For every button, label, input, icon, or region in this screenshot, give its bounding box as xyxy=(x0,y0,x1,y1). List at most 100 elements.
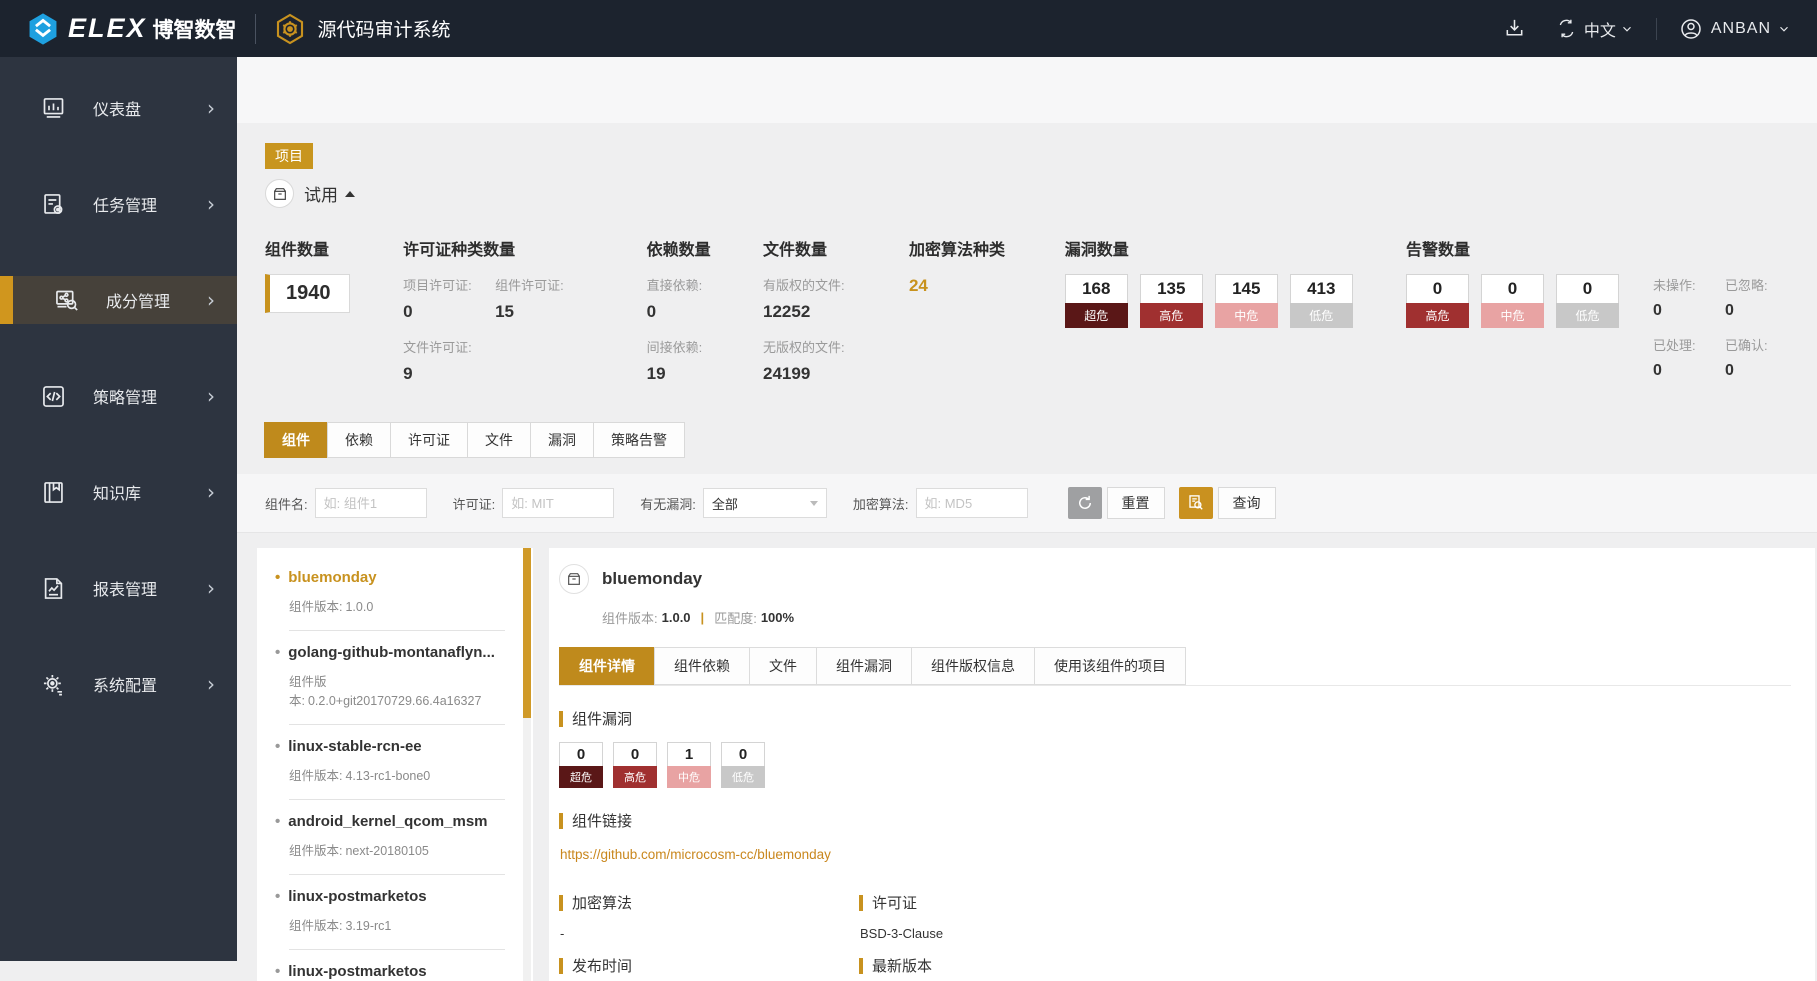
match-label: 匹配度: xyxy=(714,608,757,627)
project-selector[interactable]: 试用 xyxy=(265,179,1817,208)
user-menu[interactable]: ANBAN xyxy=(1679,17,1791,41)
component-name: linux-postmarketos xyxy=(288,888,426,905)
sidebar-item-knowledge[interactable]: 知识库 › xyxy=(0,468,237,516)
stat-files: 文件数量 有版权的文件:12252 无版权的文件:24199 xyxy=(763,236,909,384)
component-name: golang-github-montanaflyn... xyxy=(288,644,495,661)
policy-icon xyxy=(40,383,67,410)
sidebar: 仪表盘 › 任务管理 › 成分管理 › 策略管理 › 知识库 › 报表管理 › xyxy=(0,57,237,961)
component-name-input[interactable] xyxy=(315,488,427,518)
field-value: - xyxy=(560,926,859,941)
report-icon xyxy=(40,575,67,602)
stat-value: 0 xyxy=(403,302,495,322)
sidebar-item-tasks[interactable]: 任务管理 › xyxy=(0,180,237,228)
chevron-right-icon: › xyxy=(207,480,215,504)
stat-title: 告警数量 xyxy=(1406,236,1797,260)
tab-component-dependencies[interactable]: 组件依赖 xyxy=(654,647,750,685)
stat-title: 依赖数量 xyxy=(647,236,763,260)
download-icon[interactable] xyxy=(1503,17,1526,40)
filter-vuln-label: 有无漏洞: xyxy=(640,494,696,513)
link-section-header: 组件链接 xyxy=(559,810,1791,831)
reset-button[interactable]: 重置 xyxy=(1107,487,1165,519)
component-detail-panel: bluemonday 组件版本: 1.0.0 | 匹配度: 100% 组件详情 … xyxy=(549,548,1815,981)
query-button[interactable]: 查询 xyxy=(1218,487,1276,519)
status-label: 已处理: xyxy=(1653,335,1725,354)
tab-files[interactable]: 文件 xyxy=(467,422,531,458)
version-value: 4.13-rc1-bone0 xyxy=(345,769,430,783)
tab-dependencies[interactable]: 依赖 xyxy=(327,422,391,458)
stat-value: 24199 xyxy=(763,364,909,384)
sidebar-item-label: 策略管理 xyxy=(93,384,207,408)
sidebar-item-policies[interactable]: 策略管理 › xyxy=(0,372,237,420)
tab-policy-alerts[interactable]: 策略告警 xyxy=(593,422,685,458)
language-label: 中文 xyxy=(1584,17,1616,41)
divider xyxy=(255,14,256,44)
chevron-right-icon: › xyxy=(207,384,215,408)
tab-vulnerabilities[interactable]: 漏洞 xyxy=(530,422,594,458)
sidebar-item-reports[interactable]: 报表管理 › xyxy=(0,564,237,612)
vuln-badge-low: 0低危 xyxy=(721,742,765,788)
sidebar-item-dashboard[interactable]: 仪表盘 › xyxy=(0,84,237,132)
field-license: 许可证 BSD-3-Clause xyxy=(859,892,1791,941)
license-input[interactable] xyxy=(502,488,614,518)
gear-hexagon-icon xyxy=(274,13,306,45)
query-icon-button[interactable] xyxy=(1179,487,1213,519)
filter-name-label: 组件名: xyxy=(265,494,308,513)
tab-projects-using-component[interactable]: 使用该组件的项目 xyxy=(1034,647,1186,685)
section-title: 组件漏洞 xyxy=(572,708,632,729)
stat-value: 0 xyxy=(647,302,763,322)
component-box-icon xyxy=(559,564,589,594)
component-count-value: 1940 xyxy=(265,274,350,313)
alert-badge-low: 0低危 xyxy=(1556,274,1619,380)
list-item[interactable]: •bluemonday 组件版本:1.0.0 xyxy=(257,556,533,631)
list-item[interactable]: •golang-github-montanaflyn... 组件版本:0.2.0… xyxy=(257,631,533,725)
tab-licenses[interactable]: 许可证 xyxy=(390,422,468,458)
vuln-select[interactable]: 全部 xyxy=(703,488,827,518)
detail-meta: 组件版本: 1.0.0 | 匹配度: 100% xyxy=(602,608,1791,627)
language-switcher[interactable]: 中文 xyxy=(1556,17,1634,41)
task-icon xyxy=(40,191,67,218)
collapse-arrow-icon xyxy=(345,191,355,197)
status-label: 已忽略: xyxy=(1725,275,1797,294)
bullet-icon: • xyxy=(275,644,280,661)
topbar: ELEX 博智数智 源代码审计系统 中文 ANBAN xyxy=(0,0,1817,57)
version-label: 组件版本: xyxy=(289,769,342,783)
sidebar-item-components[interactable]: 成分管理 › xyxy=(0,276,237,324)
list-item[interactable]: •linux-postmarketos 组件版本:3.19-rc1 xyxy=(257,875,533,950)
reset-icon-button[interactable] xyxy=(1068,487,1102,519)
content-area: •bluemonday 组件版本:1.0.0 • golang-github-mo… xyxy=(237,548,1817,981)
crypto-input[interactable] xyxy=(916,488,1028,518)
section-title: 组件链接 xyxy=(572,810,632,831)
list-item[interactable]: •android_kernel_qcom_msm 组件版本:next-20180… xyxy=(257,800,533,875)
component-name: linux-postmarketos xyxy=(288,963,426,980)
component-link[interactable]: https://github.com/microcosm-cc/bluemond… xyxy=(560,847,831,862)
vuln-badge-critical: 168超危 xyxy=(1065,274,1128,328)
status-value: 0 xyxy=(1653,362,1725,380)
stat-value: 19 xyxy=(647,364,763,384)
version-value: 1.0.0 xyxy=(662,610,691,625)
tab-components[interactable]: 组件 xyxy=(264,422,328,458)
chevron-right-icon: › xyxy=(207,672,215,696)
topbar-right: 中文 ANBAN xyxy=(1503,17,1791,41)
list-item[interactable]: •linux-postmarketos xyxy=(257,950,533,980)
stat-label: 间接依赖: xyxy=(647,337,763,356)
tab-component-copyright[interactable]: 组件版权信息 xyxy=(911,647,1035,685)
stat-label: 直接依赖: xyxy=(647,275,763,294)
list-item[interactable]: •linux-stable-rcn-ee 组件版本:4.13-rc1-bone0 xyxy=(257,725,533,800)
section-bar xyxy=(559,813,563,829)
filter-license-label: 许可证: xyxy=(453,494,496,513)
logo-hexagon-icon xyxy=(26,12,60,46)
sidebar-item-settings[interactable]: 系统配置 › xyxy=(0,660,237,708)
status-value: 0 xyxy=(1725,302,1797,320)
tab-component-vulnerabilities[interactable]: 组件漏洞 xyxy=(816,647,912,685)
sidebar-item-label: 知识库 xyxy=(93,480,207,504)
tab-component-details[interactable]: 组件详情 xyxy=(559,647,655,685)
version-label: 组件版本: xyxy=(289,919,342,933)
project-name: 试用 xyxy=(304,181,338,206)
tab-component-files[interactable]: 文件 xyxy=(749,647,817,685)
stat-value: 12252 xyxy=(763,302,909,322)
vuln-badge-low: 413低危 xyxy=(1290,274,1353,328)
chevron-right-icon: › xyxy=(207,576,215,600)
divider: | xyxy=(701,610,705,625)
stat-dependencies: 依赖数量 直接依赖: 0 间接依赖: 19 xyxy=(647,236,763,384)
scrollbar-thumb[interactable] xyxy=(523,548,531,718)
